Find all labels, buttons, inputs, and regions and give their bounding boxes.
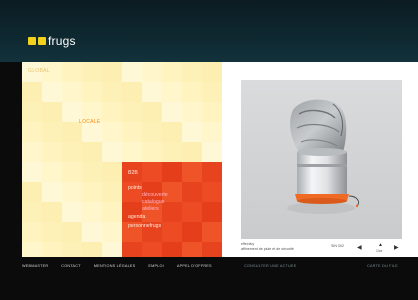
menu-subitem-ateliers[interactable]: ateliers <box>128 206 218 213</box>
brand-name: frugs <box>48 34 76 48</box>
menu-item-personnefrugs[interactable]: personnefrugs <box>128 222 218 230</box>
menu-subitem-decouverte[interactable]: découverte <box>128 192 218 199</box>
b2b-menu: B2B points découverte catalogue ateliers… <box>128 169 218 230</box>
menu-item-points[interactable]: points <box>128 184 218 192</box>
menu-subitem-catalogue[interactable]: catalogue <box>128 199 218 206</box>
menu-item-b2b[interactable]: B2B <box>128 169 218 177</box>
label-locale[interactable]: LOCALE <box>79 119 101 125</box>
brand-logo[interactable]: frugs <box>28 34 76 48</box>
footer-bar: WEBMASTER CONTACT MENTIONS LÉGALES EMPLO… <box>22 260 418 272</box>
content-frame: GLOBAL LOCALE B2B points découverte cata… <box>22 62 418 257</box>
footer-link-legal[interactable]: MENTIONS LÉGALES <box>94 264 136 268</box>
product-caption: effecticy affinement de pluie et de sécu… <box>241 242 402 254</box>
header-bar: frugs <box>0 0 418 62</box>
product-ref: SIN 002 <box>331 244 344 248</box>
footer-right-link[interactable]: CARTE DU FILE <box>367 264 398 268</box>
mosaic-panel: GLOBAL LOCALE B2B points découverte cata… <box>22 62 222 257</box>
footer-link-webmaster[interactable]: WEBMASTER <box>22 264 48 268</box>
arrow-right-icon[interactable]: ▶ <box>394 244 399 251</box>
arrow-up-icon[interactable]: ▲ <box>378 242 383 248</box>
product-image <box>241 80 402 239</box>
arrow-left-icon[interactable]: ◀ <box>357 244 362 251</box>
footer-action-link[interactable]: CONSULTER UNE ACTUEE <box>244 264 296 268</box>
product-photo-icon <box>241 80 402 239</box>
product-description: affinement de pluie et de sécurité <box>241 247 294 251</box>
footer-link-tenders[interactable]: APPEL D'OFFRES <box>177 264 212 268</box>
footer-link-contact[interactable]: CONTACT <box>61 264 80 268</box>
label-global[interactable]: GLOBAL <box>28 68 50 74</box>
product-counter: 1/xx <box>376 249 383 253</box>
product-name: effecticy <box>241 242 255 246</box>
footer-link-jobs[interactable]: EMPLOI <box>148 264 164 268</box>
logo-squares-icon <box>28 37 46 45</box>
page: frugs GLOBAL LOCALE B2B points découvert… <box>0 0 418 300</box>
menu-item-agenda[interactable]: agenda <box>128 213 218 221</box>
